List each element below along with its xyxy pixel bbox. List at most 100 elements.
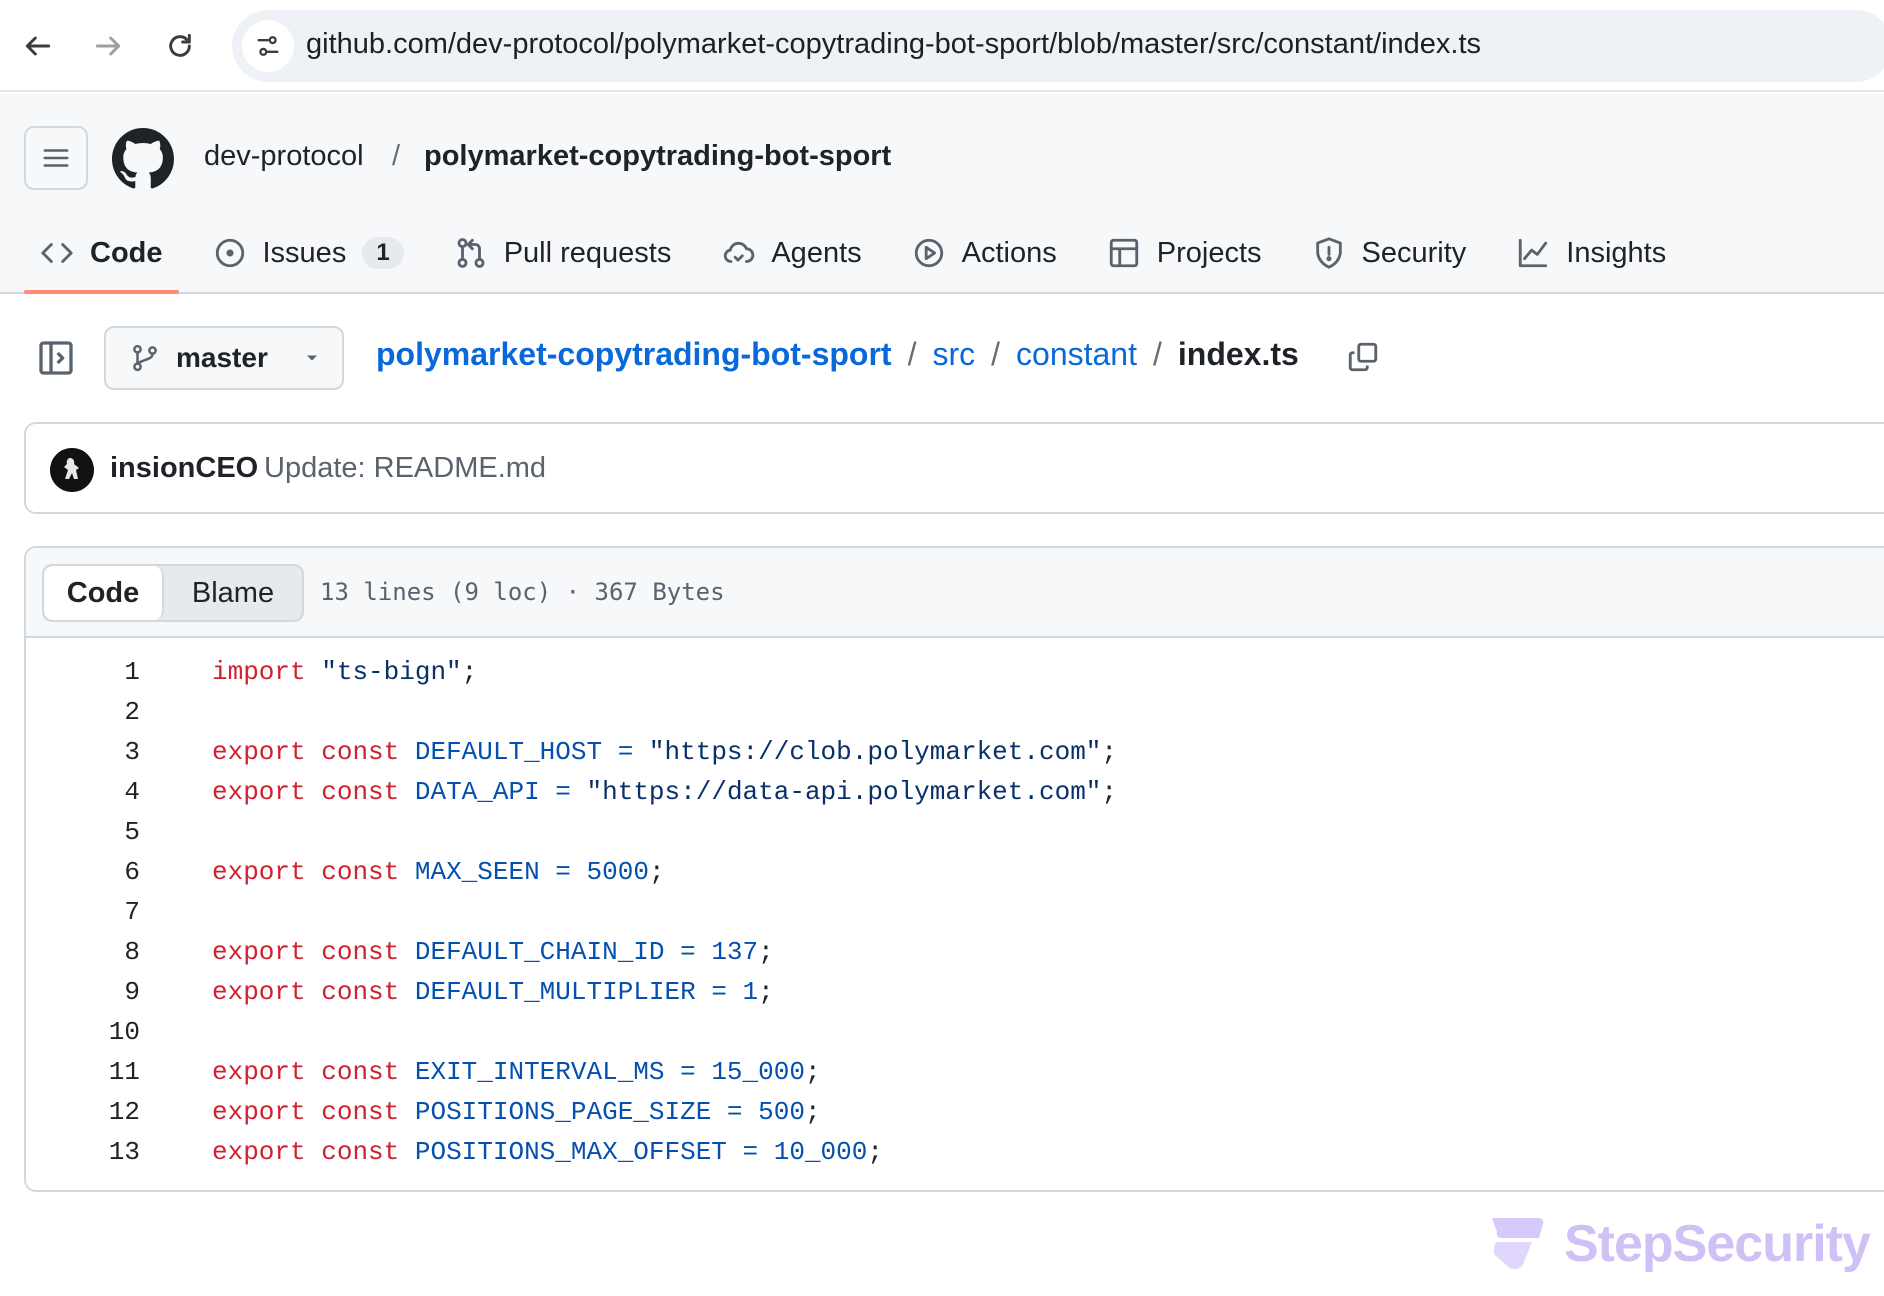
code-token: 137: [711, 937, 759, 967]
commit-message-link[interactable]: Update: README.md: [264, 452, 546, 485]
reload-icon: [169, 33, 191, 57]
menu-button[interactable]: [24, 126, 88, 190]
copy-path-icon[interactable]: [1346, 340, 1380, 374]
code-token: =: [711, 977, 727, 1007]
code-token: =: [680, 1057, 696, 1087]
repo-header: dev-protocol / polymarket-copytrading-bo…: [0, 94, 1884, 294]
code-token: "https://clob.polymarket.com": [648, 737, 1102, 767]
repo-name-link[interactable]: polymarket-copytrading-bot-sport: [424, 140, 891, 173]
file-viewer: Code Blame 13 lines (9 loc) · 367 Bytes …: [24, 546, 1884, 1192]
line-number[interactable]: 2: [26, 697, 140, 727]
code-token: export: [212, 857, 306, 887]
forward-button[interactable]: [84, 22, 132, 70]
branch-name: master: [176, 342, 268, 373]
commit-author-link[interactable]: insionCEO: [110, 452, 258, 485]
breadcrumb-separator: /: [1152, 336, 1162, 372]
code-view-button[interactable]: Code: [44, 566, 164, 620]
address-bar[interactable]: github.com/dev-protocol/polymarket-copyt…: [232, 10, 1884, 82]
code-token: import: [212, 657, 306, 687]
code-line: 13 export const POSITIONS_MAX_OFFSET = 10…: [26, 1132, 1884, 1172]
code-token: const: [321, 1097, 400, 1127]
tab-code[interactable]: Code: [24, 214, 179, 294]
code-token: export: [212, 737, 306, 767]
tab-label: Projects: [1156, 236, 1262, 269]
blame-view-button[interactable]: Blame: [164, 566, 302, 620]
code-token: const: [321, 1137, 400, 1167]
caret-down-icon: [306, 355, 317, 361]
code-token: ;: [461, 657, 478, 687]
tab-label: Agents: [771, 236, 862, 269]
code-token: export: [212, 937, 306, 967]
code-token: "https://data-api.polymarket.com": [586, 777, 1102, 807]
avatar[interactable]: [50, 448, 94, 492]
stepsecurity-logo-icon: [1492, 1218, 1544, 1270]
graph-icon: [1519, 238, 1548, 268]
line-number[interactable]: 5: [26, 817, 140, 847]
code-token: =: [555, 857, 571, 887]
line-number[interactable]: 1: [26, 657, 140, 687]
tab-agents[interactable]: Agents: [705, 214, 877, 292]
owner-repo-separator: /: [392, 140, 401, 172]
github-logo-icon[interactable]: [112, 128, 174, 190]
breadcrumb-constant-link[interactable]: constant: [1016, 336, 1137, 373]
url-text[interactable]: github.com/dev-protocol/polymarket-copyt…: [306, 28, 1481, 61]
code-token: MAX_SEEN: [414, 857, 540, 887]
code-token: const: [321, 737, 400, 767]
tab-issues[interactable]: Issues 1: [197, 214, 420, 292]
breadcrumb-separator: /: [907, 336, 917, 372]
sidebar-toggle-icon[interactable]: [36, 338, 76, 378]
code-token: 1: [742, 977, 759, 1007]
play-icon: [914, 238, 943, 268]
breadcrumb-src-link[interactable]: src: [932, 336, 975, 373]
branch-selector-button[interactable]: master: [104, 326, 344, 390]
code-line: 4 export const DATA_API = "https://data-a…: [26, 772, 1884, 812]
code-token: EXIT_INTERVAL_MS: [414, 1057, 665, 1087]
code-token: 15_000: [711, 1057, 805, 1087]
line-number[interactable]: 10: [26, 1017, 140, 1047]
code-token: =: [680, 937, 696, 967]
reload-button[interactable]: [156, 22, 204, 70]
line-number[interactable]: 9: [26, 977, 140, 1007]
arrow-left-icon: [25, 36, 51, 56]
code-token: 5000: [586, 857, 649, 887]
code-line: 5: [26, 812, 1884, 852]
line-number[interactable]: 12: [26, 1097, 140, 1127]
line-content: export const POSITIONS_MAX_OFFSET = 10_0…: [212, 1137, 883, 1167]
breadcrumb-current-file: index.ts: [1177, 336, 1299, 372]
back-button[interactable]: [14, 22, 62, 70]
line-number[interactable]: 8: [26, 937, 140, 967]
line-number[interactable]: 7: [26, 897, 140, 927]
code-token: =: [555, 777, 571, 807]
code-token: =: [742, 1137, 759, 1167]
repo-owner-link[interactable]: dev-protocol: [204, 140, 364, 173]
tab-security[interactable]: Security: [1296, 214, 1483, 292]
tab-insights[interactable]: Insights: [1500, 214, 1682, 292]
line-number[interactable]: 6: [26, 857, 140, 887]
line-number[interactable]: 4: [26, 777, 140, 807]
line-content: import "ts-bign";: [212, 657, 477, 687]
line-number[interactable]: 11: [26, 1057, 140, 1087]
code-token: POSITIONS_PAGE_SIZE: [414, 1097, 712, 1127]
breadcrumb-repo-link[interactable]: polymarket-copytrading-bot-sport: [376, 336, 892, 373]
tab-actions[interactable]: Actions: [896, 214, 1073, 292]
tab-projects[interactable]: Projects: [1091, 214, 1278, 292]
tab-pull-requests[interactable]: Pull requests: [438, 214, 688, 292]
site-settings-icon[interactable]: [242, 20, 294, 72]
line-number[interactable]: 13: [26, 1137, 140, 1167]
line-content: export const DATA_API = "https://data-ap…: [212, 777, 1117, 807]
tab-label: Pull requests: [503, 236, 672, 269]
code-token: ;: [804, 1097, 821, 1127]
line-number[interactable]: 3: [26, 737, 140, 767]
code-token: ;: [758, 977, 774, 1007]
